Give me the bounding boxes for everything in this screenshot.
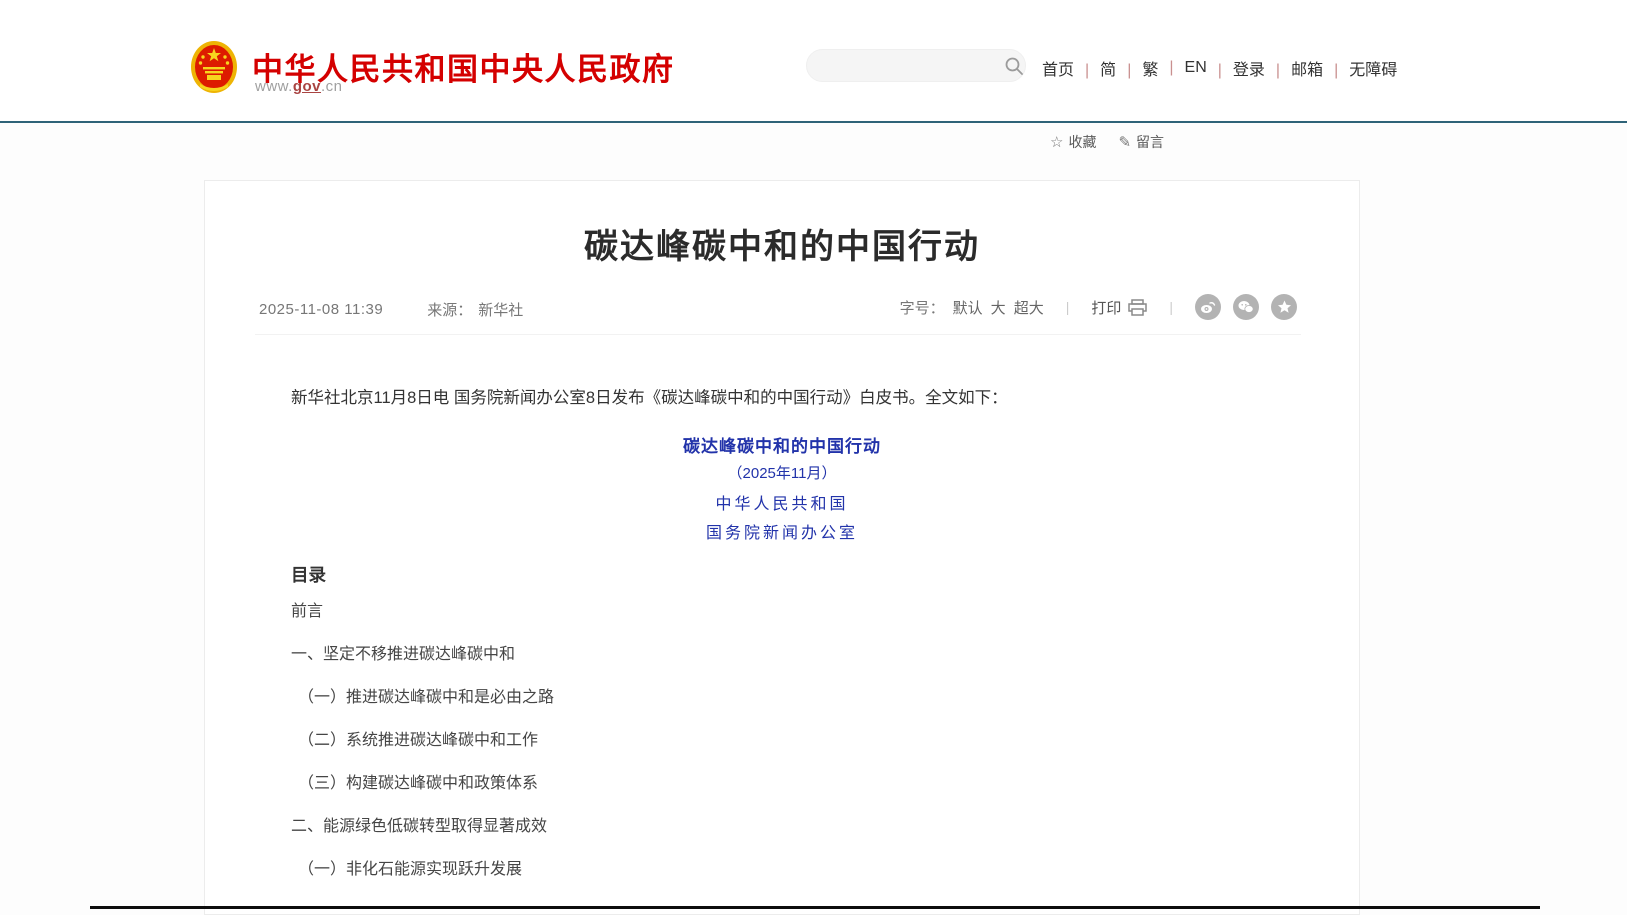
nav-item[interactable]: EN [1158,59,1206,77]
article-title: 碳达峰碳中和的中国行动 [205,219,1359,268]
toc-item: （一）推进碳达峰碳中和是必由之路 [291,690,554,706]
site-header: 中华人民共和国中央人民政府 www.gov.cn 首页简繁EN登录邮箱无障碍 [0,0,1627,121]
printer-icon [1128,299,1147,316]
toc-item: 一、坚定不移推进碳达峰碳中和 [291,647,554,663]
site-url-www: www. [255,78,293,95]
toc-item: （三）构建碳达峰碳中和政策体系 [291,776,554,792]
pencil-icon: ✎ [1118,133,1131,151]
favorite-label: 收藏 [1068,132,1096,152]
national-emblem-logo [190,40,238,96]
publish-date: 2025-11-08 11:39 [259,301,383,318]
toc-item: 二、能源绿色低碳转型取得显著成效 [291,819,554,835]
search-icon[interactable] [1004,56,1024,76]
print-button[interactable]: 打印 [1091,297,1147,318]
star-icon: ☆ [1050,133,1063,151]
page-actions: ☆ 收藏 ✎ 留言 [1050,132,1164,152]
fontsize-option[interactable]: 大 [991,297,1006,318]
separator: | [1169,299,1173,315]
nav-item[interactable]: 繁 [1116,56,1158,80]
nav-item[interactable]: 登录 [1207,56,1265,80]
site-url: www.gov.cn [255,78,343,95]
document-issuer-office: 国务院新闻办公室 [205,519,1359,543]
search-box[interactable] [806,49,1026,82]
toc-item: 前言 [291,604,554,620]
search-input[interactable] [823,58,1004,74]
gov-cn-page: 中华人民共和国中央人民政府 www.gov.cn 首页简繁EN登录邮箱无障碍 ☆… [0,0,1627,915]
nav-item[interactable]: 邮箱 [1265,56,1323,80]
toc-item: （二）系统推进碳达峰碳中和工作 [291,733,554,749]
nav-item[interactable]: 简 [1074,56,1116,80]
wechat-share-icon[interactable] [1233,294,1259,320]
share-icons [1195,294,1297,320]
fontsize-option[interactable]: 默认 [953,297,983,318]
document-title: 碳达峰碳中和的中国行动 [205,432,1359,457]
qzone-share-icon[interactable] [1271,294,1297,320]
fontsize-option[interactable]: 超大 [1014,297,1044,318]
nav-item[interactable]: 首页 [1042,56,1074,80]
site-url-gov: gov [293,78,321,95]
toc-list: 前言一、坚定不移推进碳达峰碳中和 （一）推进碳达峰碳中和是必由之路 （二）系统推进碳… [291,604,554,905]
fontsize-options: 默认大超大 [945,297,1044,318]
intro-paragraph: 新华社北京11月8日电 国务院新闻办公室8日发布《碳达峰碳中和的中国行动》白皮书… [291,384,1241,412]
viewport-bottom-edge [90,906,1540,909]
document-date: （2025年11月） [205,462,1359,483]
weibo-share-icon[interactable] [1195,294,1221,320]
document-issuer-country: 中华人民共和国 [205,490,1359,514]
source-label: 来源： [427,299,472,320]
source-value: 新华社 [478,299,523,320]
toc-item: （一）非化石能源实现跃升发展 [291,862,554,878]
toc-heading: 目录 [291,562,326,587]
article-meta: 2025-11-08 11:39 来源： 新华社 [259,299,523,320]
site-url-cn: .cn [321,78,343,95]
print-label: 打印 [1091,297,1121,318]
fontsize-label: 字号： [900,297,945,318]
comment-label: 留言 [1136,132,1164,152]
top-nav: 首页简繁EN登录邮箱无障碍 [1042,56,1397,80]
favorite-button[interactable]: ☆ 收藏 [1050,132,1096,152]
nav-item[interactable]: 无障碍 [1323,56,1397,80]
article-tools: 字号： 默认大超大 | 打印 | [900,294,1297,320]
header-divider [0,121,1627,123]
separator: | [1066,299,1070,315]
article-card: 碳达峰碳中和的中国行动 2025-11-08 11:39 来源： 新华社 字号：… [204,180,1360,915]
meta-divider [255,334,1301,335]
comment-button[interactable]: ✎ 留言 [1118,132,1164,152]
